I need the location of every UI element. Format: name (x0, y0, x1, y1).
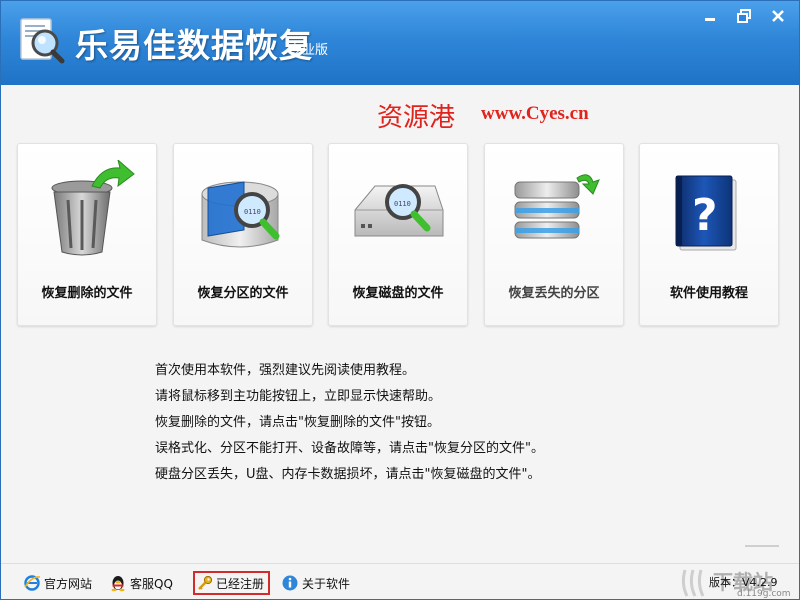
divider (745, 545, 779, 547)
restore-icon (737, 9, 751, 23)
bottom-bar: 官方网站 客服QQ 已经注册 关于软件 下载站 d.119g.com 版本：V4… (1, 563, 799, 599)
registered-button[interactable]: 已经注册 (193, 571, 271, 595)
feature-label: 恢复分区的文件 (197, 286, 289, 301)
help-line: 硬盘分区丢失，U盘、内存卡数据损坏，请点击"恢复磁盘的文件"。 (155, 467, 541, 482)
watermark-text: 资源港 (377, 103, 456, 133)
about-software-link[interactable]: 关于软件 (281, 572, 350, 594)
recover-partition-files-button[interactable]: 0110 恢复分区的文件 (173, 143, 313, 326)
app-logo-icon (15, 15, 67, 67)
recycle-bin-icon (40, 158, 136, 260)
official-website-label: 官方网站 (44, 576, 93, 591)
server-stack-icon (507, 160, 603, 260)
registered-label: 已经注册 (216, 576, 265, 591)
help-line: 恢复删除的文件，请点击"恢复删除的文件"按钮。 (155, 415, 440, 430)
title-bar[interactable]: 乐易佳数据恢复 专业版 (1, 1, 799, 85)
app-title: 乐易佳数据恢复 (75, 26, 313, 65)
info-icon (282, 575, 298, 591)
help-text: 首次使用本软件，强烈建议先阅读使用教程。 请将鼠标移到主功能按钮上，立即显示快速… (155, 363, 655, 493)
svg-text:0110: 0110 (244, 208, 261, 216)
help-line: 首次使用本软件，强烈建议先阅读使用教程。 (155, 363, 416, 378)
site-watermark-url: d.119g.com (737, 589, 791, 599)
feature-label: 恢复磁盘的文件 (352, 286, 444, 301)
close-button[interactable] (763, 5, 793, 27)
official-website-link[interactable]: 官方网站 (23, 572, 92, 594)
help-line: 请将鼠标移到主功能按钮上，立即显示快速帮助。 (155, 389, 442, 404)
support-qq-link[interactable]: 客服QQ (109, 572, 173, 594)
watermark-url: www.Cyes.cn (481, 103, 589, 124)
about-software-label: 关于软件 (302, 576, 351, 591)
key-icon (198, 575, 213, 590)
minimize-button[interactable] (695, 5, 725, 27)
app-window: 乐易佳数据恢复 专业版 资源港 www.Cyes.cn 恢复删除的文件 0110… (0, 0, 800, 600)
maximize-button[interactable] (729, 5, 759, 27)
app-edition: 专业版 (289, 43, 329, 58)
feature-label: 恢复丢失的分区 (508, 286, 600, 301)
qq-penguin-icon (111, 576, 125, 592)
feature-label: 恢复删除的文件 (41, 286, 133, 301)
ie-browser-icon (24, 575, 41, 591)
disk-magnifier-icon: 0110 (351, 160, 447, 260)
recover-disk-files-button[interactable]: 0110 恢复磁盘的文件 (328, 143, 468, 326)
partition-magnifier-icon: 0110 (196, 160, 292, 260)
minimize-icon (705, 18, 715, 21)
recover-lost-partition-button[interactable]: 恢复丢失的分区 (484, 143, 624, 326)
recover-deleted-files-button[interactable]: 恢复删除的文件 (17, 143, 157, 326)
version-label: 版本：V4.2.9 (709, 576, 778, 589)
watermark-banner: 资源港 www.Cyes.cn (377, 97, 637, 133)
svg-text:?: ? (692, 190, 718, 241)
window-controls (695, 5, 793, 27)
software-tutorial-button[interactable]: ? 软件使用教程 (639, 143, 779, 326)
close-icon (772, 10, 784, 22)
support-qq-label: 客服QQ (130, 576, 173, 591)
site-logo-icon (681, 569, 705, 597)
feature-label: 软件使用教程 (669, 286, 748, 301)
feature-buttons: 恢复删除的文件 0110 恢复分区的文件 0110 恢复磁盘的文件 恢复丢失的分… (17, 143, 787, 328)
help-book-icon: ? (662, 160, 758, 260)
svg-text:0110: 0110 (394, 200, 411, 208)
help-line: 误格式化、分区不能打开、设备故障等，请点击"恢复分区的文件"。 (155, 441, 544, 456)
